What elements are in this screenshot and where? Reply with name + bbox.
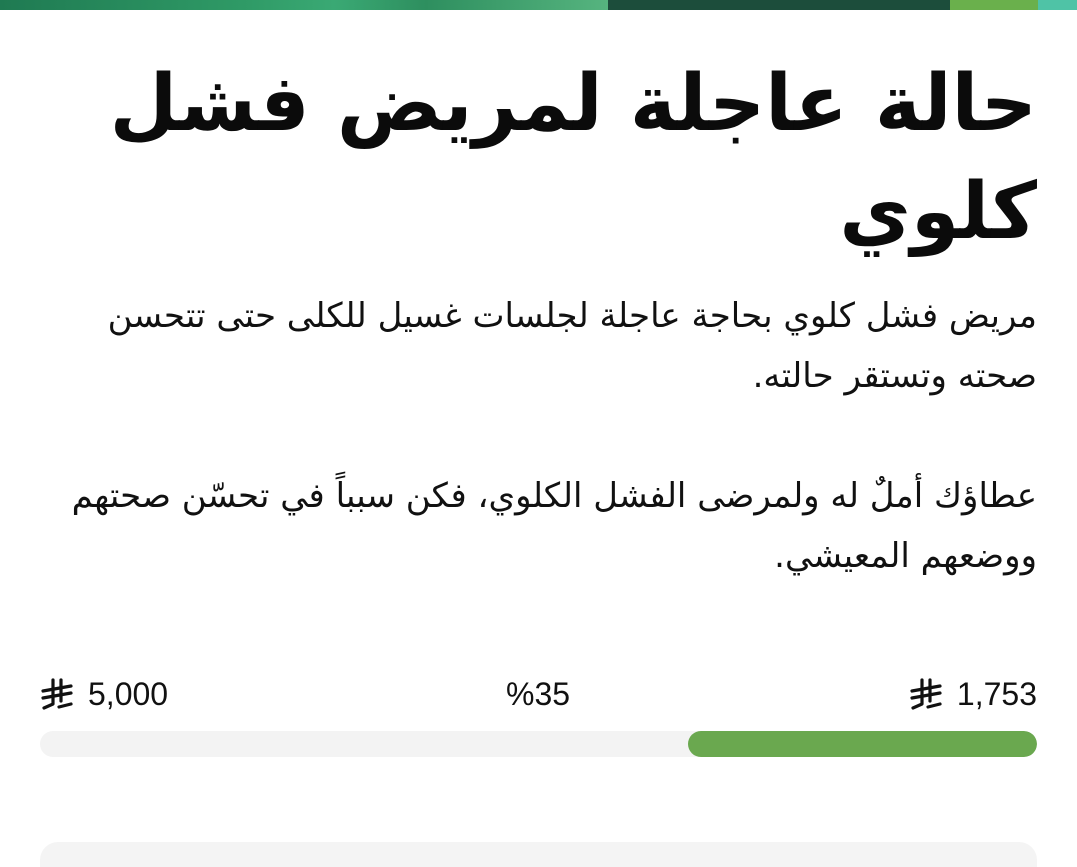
campaign-appeal: عطاؤك أملٌ له ولمرضى الفشل الكلوي، فكن س… bbox=[71, 476, 1037, 576]
goal-amount: 5,000 bbox=[40, 672, 168, 716]
banner-segment bbox=[1038, 0, 1077, 10]
donation-card[interactable] bbox=[40, 842, 1037, 867]
campaign-banner-image bbox=[0, 0, 1077, 10]
campaign-description: مريض فشل كلوي بحاجة عاجلة لجلسات غسيل لل… bbox=[107, 296, 1037, 396]
raised-amount: 1,753 bbox=[909, 672, 1037, 716]
progress-percent: %35 bbox=[506, 676, 571, 712]
donation-progress-bar bbox=[40, 731, 1037, 757]
campaign-details: حالة عاجلة لمريض فشل كلوي مريض فشل كلوي … bbox=[40, 50, 1037, 586]
campaign-page: حالة عاجلة لمريض فشل كلوي مريض فشل كلوي … bbox=[0, 0, 1077, 867]
donation-stats: 5,000 %35 1,753 bbox=[40, 672, 1037, 716]
banner-segment bbox=[608, 0, 950, 10]
banner-segment bbox=[950, 0, 1038, 10]
campaign-title: حالة عاجلة لمريض فشل كلوي bbox=[109, 59, 1037, 257]
donation-progress-fill bbox=[688, 731, 1037, 757]
raised-amount-value: 1,753 bbox=[956, 676, 1037, 712]
saudi-riyal-icon bbox=[909, 677, 943, 711]
saudi-riyal-icon bbox=[40, 677, 74, 711]
banner-segment bbox=[0, 0, 608, 10]
goal-amount-value: 5,000 bbox=[88, 676, 169, 712]
